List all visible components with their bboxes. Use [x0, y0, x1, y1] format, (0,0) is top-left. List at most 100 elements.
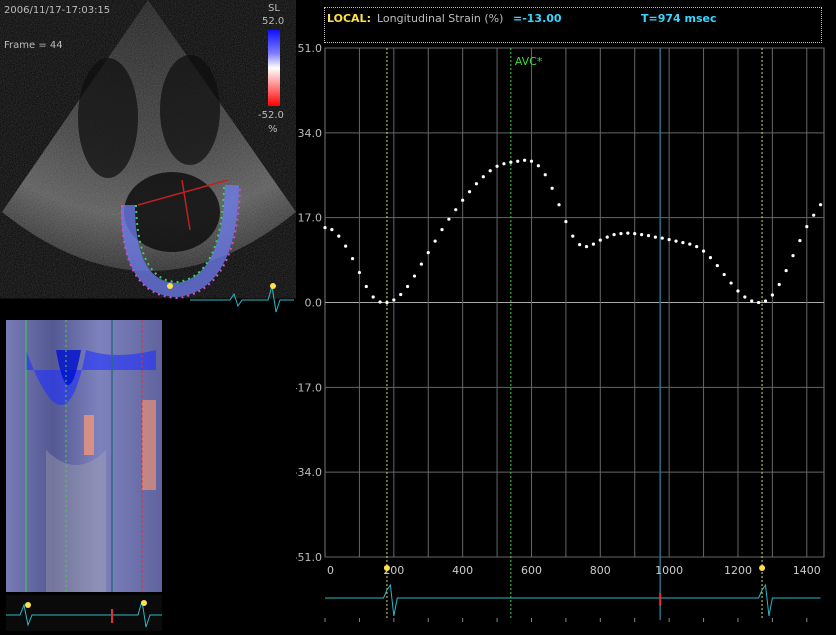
strain-data-point	[674, 239, 678, 243]
strain-mmode-map[interactable]	[6, 320, 162, 592]
strain-data-point	[371, 295, 375, 299]
strain-data-point	[385, 300, 389, 305]
echo-image-view[interactable]: 2006/11/17-17:03:15 Frame = 44 SL 52.0 -…	[0, 0, 296, 318]
strain-data-point	[502, 162, 506, 166]
strain-data-point	[584, 245, 589, 249]
chart-grid	[324, 47, 825, 558]
x-tick-label: 1200	[724, 564, 752, 577]
mmode-ecg-strip	[6, 595, 162, 631]
x-tick-label: 400	[452, 564, 473, 577]
y-tick-label: -51.0	[296, 551, 322, 564]
scale-max-label: 52.0	[262, 16, 285, 27]
r-wave-marker	[383, 565, 390, 571]
strain-data-point	[605, 235, 609, 239]
strain-data-point	[757, 300, 761, 305]
frame-counter: Frame = 44	[4, 40, 63, 51]
x-tick-label: 1400	[793, 564, 821, 577]
strain-data-point	[695, 245, 699, 249]
strain-data-point	[750, 299, 754, 303]
strain-data-point	[419, 262, 423, 266]
strain-data-point	[364, 284, 368, 289]
scale-min-label: -52.0	[258, 110, 284, 121]
strain-data-point	[564, 220, 568, 224]
apex-marker[interactable]	[167, 283, 173, 289]
strain-data-point	[440, 228, 444, 232]
strain-data-point	[729, 281, 733, 285]
strain-data-point	[330, 228, 334, 232]
y-tick-label: -34.0	[296, 466, 322, 479]
strain-data-point	[571, 234, 575, 238]
strain-data-point	[763, 299, 768, 303]
strain-data-point	[598, 238, 602, 242]
strain-data-point	[660, 236, 664, 240]
strain-data-point	[509, 160, 513, 164]
event-markers: AVC*	[386, 48, 763, 620]
strain-data-point	[667, 238, 671, 242]
strain-data-point	[323, 226, 327, 230]
strain-data-point	[640, 233, 644, 237]
strain-data-point	[777, 282, 781, 287]
strain-curve-chart[interactable]: AVC* 51.034.017.00.0-17.0-34.0-51.00 200 4…	[296, 0, 836, 633]
strain-data-point	[337, 234, 341, 238]
strain-data-point	[681, 241, 685, 245]
x-tick-label: 600	[521, 564, 542, 577]
strain-data-point	[495, 164, 499, 168]
strain-data-point	[770, 293, 774, 297]
strain-data-point	[344, 244, 348, 248]
acquisition-timestamp: 2006/11/17-17:03:15	[4, 5, 111, 16]
strain-data-point	[426, 250, 430, 255]
strain-data-point	[619, 232, 623, 236]
strain-data-point	[722, 272, 726, 277]
strain-data-point	[791, 253, 795, 258]
echo-ecg-trace	[190, 285, 294, 313]
strain-data-point	[405, 284, 410, 289]
strain-data-point	[578, 243, 582, 247]
strain-data-point	[350, 256, 355, 261]
strain-data-point	[736, 289, 740, 293]
ecg-waveform	[325, 583, 821, 617]
strain-data-point	[743, 295, 747, 299]
strain-data-point	[557, 203, 561, 207]
strain-data-point	[633, 232, 637, 236]
strain-data-point	[798, 239, 802, 243]
strain-data-point	[715, 263, 719, 268]
avc-marker-label: AVC*	[515, 55, 543, 68]
strain-data-point	[447, 217, 451, 221]
y-tick-label: -17.0	[296, 381, 322, 394]
strain-data-point	[481, 175, 485, 179]
y-tick-label: 0.0	[305, 297, 323, 310]
strain-color-scale	[268, 30, 280, 106]
strain-data-point	[399, 292, 403, 297]
strain-data-point	[543, 173, 547, 177]
y-tick-label: 17.0	[298, 212, 323, 225]
strain-data-point	[805, 225, 809, 229]
strain-data-point	[818, 203, 823, 207]
strain-data-point	[516, 159, 520, 163]
strain-data-point	[378, 300, 382, 304]
strain-data-point	[626, 231, 630, 235]
strain-data-point	[488, 169, 492, 173]
y-tick-label: 51.0	[298, 42, 323, 55]
strain-data-point	[701, 249, 706, 253]
strain-data-point	[784, 268, 788, 273]
strain-data-point	[461, 198, 465, 202]
x-tick-label: 0	[327, 564, 334, 577]
strain-data-point	[536, 164, 540, 168]
strain-data-point	[523, 158, 527, 162]
x-tick-label: 800	[590, 564, 611, 577]
strain-data-point	[708, 255, 713, 260]
strain-data-point	[550, 186, 554, 190]
strain-data-point	[412, 274, 417, 278]
scale-title: SL	[268, 3, 280, 14]
strain-data-point	[646, 234, 651, 238]
curved-mmode-image	[6, 320, 162, 592]
strain-data-point	[467, 190, 472, 194]
strain-data-point	[433, 239, 437, 243]
strain-data-point	[688, 242, 692, 246]
strain-data-point	[591, 242, 596, 246]
y-tick-label: 34.0	[298, 127, 323, 140]
r-wave-marker	[759, 565, 766, 571]
strain-data-point	[454, 208, 458, 212]
scale-unit-label: %	[268, 124, 278, 135]
strain-series	[323, 158, 823, 305]
